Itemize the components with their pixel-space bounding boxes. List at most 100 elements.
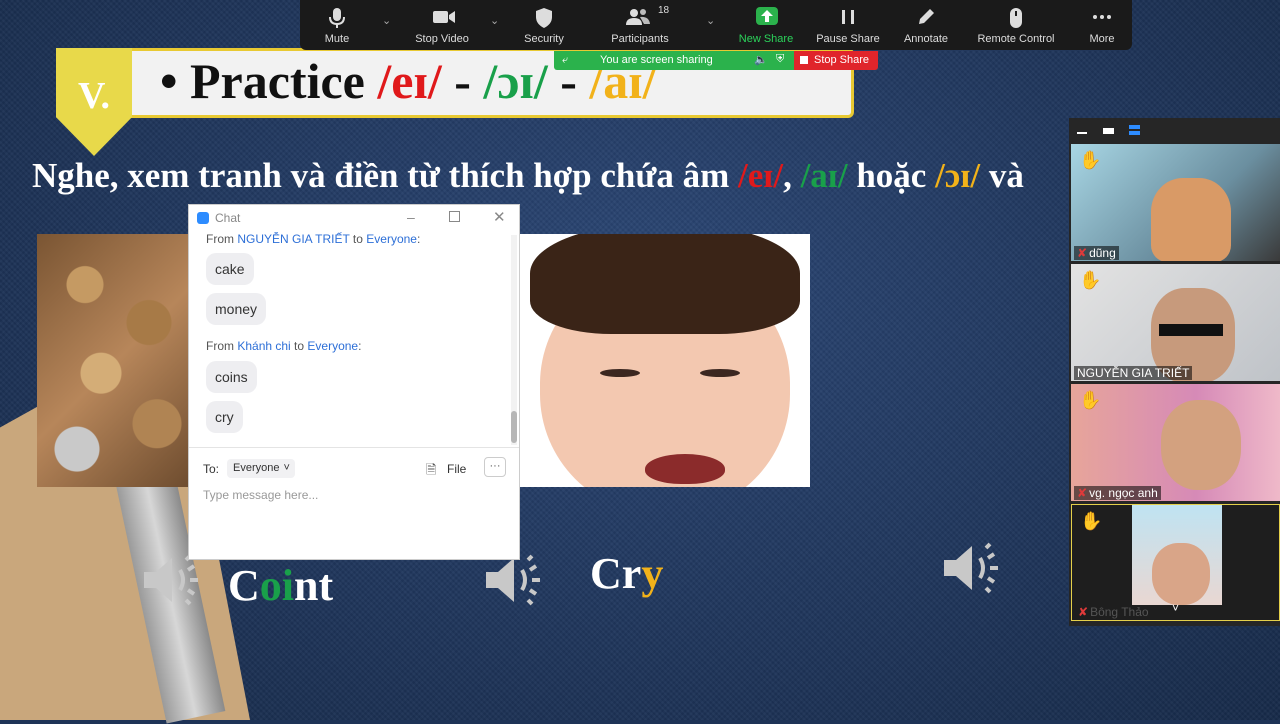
zoom-logo-icon [197, 212, 209, 224]
participants-button[interactable]: 18 Participants [606, 0, 674, 50]
word-cry: Cry [590, 548, 663, 599]
to-field-label: To: [203, 462, 220, 476]
message-recipient[interactable]: Everyone [307, 339, 358, 353]
file-icon[interactable]: 🗎 [426, 461, 436, 483]
audio-share-icon: 🔈 [754, 54, 768, 66]
video-camera-icon [433, 11, 455, 23]
message-header: From NGUYỄN GIA TRIẾT to Everyone: [206, 232, 420, 246]
minimize-icon[interactable]: – [407, 209, 415, 225]
chat-message: coins [206, 361, 257, 393]
message-sender[interactable]: Khánh chi [237, 339, 290, 353]
participants-icon [626, 9, 650, 25]
chat-message: cry [206, 401, 243, 433]
participant-video [1161, 400, 1241, 490]
to-label: to [349, 232, 367, 246]
participant-face [1152, 543, 1210, 605]
word-vowel: oi [259, 561, 295, 610]
chat-title: Chat [215, 211, 241, 225]
sharing-status[interactable]: ⤶ You are screen sharing 🔈 ⛨ [554, 51, 794, 70]
thumbnail-view-icon[interactable] [1103, 128, 1114, 134]
new-share-button[interactable]: New Share [736, 0, 796, 50]
participant-name: ✘ dũng [1074, 246, 1119, 260]
divider [189, 447, 519, 448]
pause-icon [842, 10, 854, 24]
security-label: Security [524, 33, 564, 45]
pause-share-label: Pause Share [816, 33, 880, 45]
participant-video [1151, 178, 1231, 261]
chevron-down-icon[interactable]: ⌄ [382, 14, 391, 27]
message-recipient[interactable]: Everyone [366, 232, 417, 246]
sunglasses-overlay [1159, 324, 1223, 336]
muted-mic-icon: ✘ [1078, 605, 1089, 619]
participant-name: NGUYỄN GIA TRIẾT [1074, 366, 1193, 380]
instruction-sound-ei: /eɪ/ [738, 156, 784, 195]
chevron-down-icon[interactable]: ⌄ [706, 14, 715, 27]
muted-mic-icon: ✘ [1077, 486, 1088, 500]
chat-message: cake [206, 253, 254, 285]
from-label: From [206, 232, 238, 246]
more-button[interactable]: More [1084, 0, 1120, 50]
stop-video-button[interactable]: Stop Video [410, 0, 474, 50]
share-pin-icon: ⤶ [562, 54, 569, 66]
gallery-view-icon[interactable] [1129, 125, 1140, 129]
remote-control-button[interactable]: Remote Control [976, 0, 1056, 50]
raised-hand-icon: ✋ [1079, 270, 1102, 290]
message-sender[interactable]: NGUYỄN GIA TRIẾT [237, 232, 349, 246]
from-label: From [206, 339, 238, 353]
chat-more-button[interactable]: ··· [484, 457, 506, 477]
chevron-down-icon[interactable]: ⌄ [490, 14, 499, 27]
participant-count: 18 [658, 5, 670, 16]
participant-name: ✘ Bông Thảo [1075, 605, 1152, 619]
chat-window: Chat – ✕ From NGUYỄN GIA TRIẾT to Everyo… [188, 204, 520, 560]
security-button[interactable]: Security [520, 0, 568, 50]
mouse-icon [1010, 8, 1022, 28]
participant-tile[interactable]: ✋ ✘ dũng [1071, 144, 1280, 261]
participant-tile[interactable]: ✋ NGUYỄN GIA TRIẾT [1071, 264, 1280, 381]
chat-title-bar[interactable]: Chat – ✕ [189, 205, 519, 232]
recipient-select-value: Everyone [233, 462, 280, 474]
maximize-icon[interactable] [449, 211, 460, 222]
video-gallery: ✋ ✘ dũng ✋ NGUYỄN GIA TRIẾT ✋ ✘ vg. ngọc a… [1069, 118, 1280, 626]
participant-name-text: dũng [1089, 246, 1116, 260]
to-label: to [290, 339, 308, 353]
muted-mic-icon: ✘ [1077, 246, 1088, 260]
word-part: nt [294, 561, 334, 610]
pencil-icon [919, 9, 934, 24]
participant-tile[interactable]: ✋ ✘ Bông Thảo ˅ [1071, 504, 1280, 621]
chevron-down-icon: ˅ [283, 462, 290, 474]
recipient-select[interactable]: Everyone ˅ [227, 459, 295, 478]
chat-message: money [206, 293, 267, 325]
chat-scrollbar[interactable] [511, 235, 517, 445]
title-sep: - [441, 53, 484, 109]
shield-check-icon: ⛨ [776, 53, 785, 65]
instruction-text: Nghe, xem tranh và điền từ thích hợp chứ… [32, 156, 738, 195]
share-arrow-icon [756, 7, 778, 25]
baby-eye [700, 369, 740, 377]
chevron-down-icon[interactable]: ˅ [1172, 601, 1179, 615]
minimize-icon[interactable] [1077, 132, 1087, 134]
participant-tile[interactable]: ✋ ✘ vg. ngọc anh [1071, 384, 1280, 501]
mute-button[interactable]: Mute [316, 0, 358, 50]
participant-name-text: vg. ngọc anh [1089, 486, 1158, 500]
close-icon[interactable]: ✕ [493, 208, 506, 226]
meeting-toolbar: Mute ⌄ Stop Video ⌄ Security 18 Particip… [300, 0, 1132, 50]
baby-eye [600, 369, 640, 377]
shield-icon [536, 8, 552, 28]
word-part: Cr [590, 549, 642, 598]
annotate-button[interactable]: Annotate [900, 0, 952, 50]
speaker-icon[interactable] [940, 536, 1004, 600]
remote-control-label: Remote Control [977, 33, 1055, 45]
participants-label: Participants [611, 33, 669, 45]
gallery-view-controls [1075, 122, 1155, 138]
participant-name: ✘ vg. ngọc anh [1074, 486, 1161, 500]
sharing-status-text: You are screen sharing [600, 54, 713, 66]
file-button[interactable]: File [447, 462, 466, 476]
raised-hand-icon: ✋ [1080, 511, 1103, 531]
scroll-thumb[interactable] [511, 411, 517, 443]
instruction-sound-oi: /ɔɪ/ [935, 156, 981, 195]
chat-message-input[interactable]: Type message here... [203, 488, 318, 502]
pause-share-button[interactable]: Pause Share [816, 0, 880, 50]
stop-share-button[interactable]: Stop Share [794, 51, 878, 70]
microphone-icon [329, 8, 345, 28]
word-coint: Coint [228, 560, 333, 611]
